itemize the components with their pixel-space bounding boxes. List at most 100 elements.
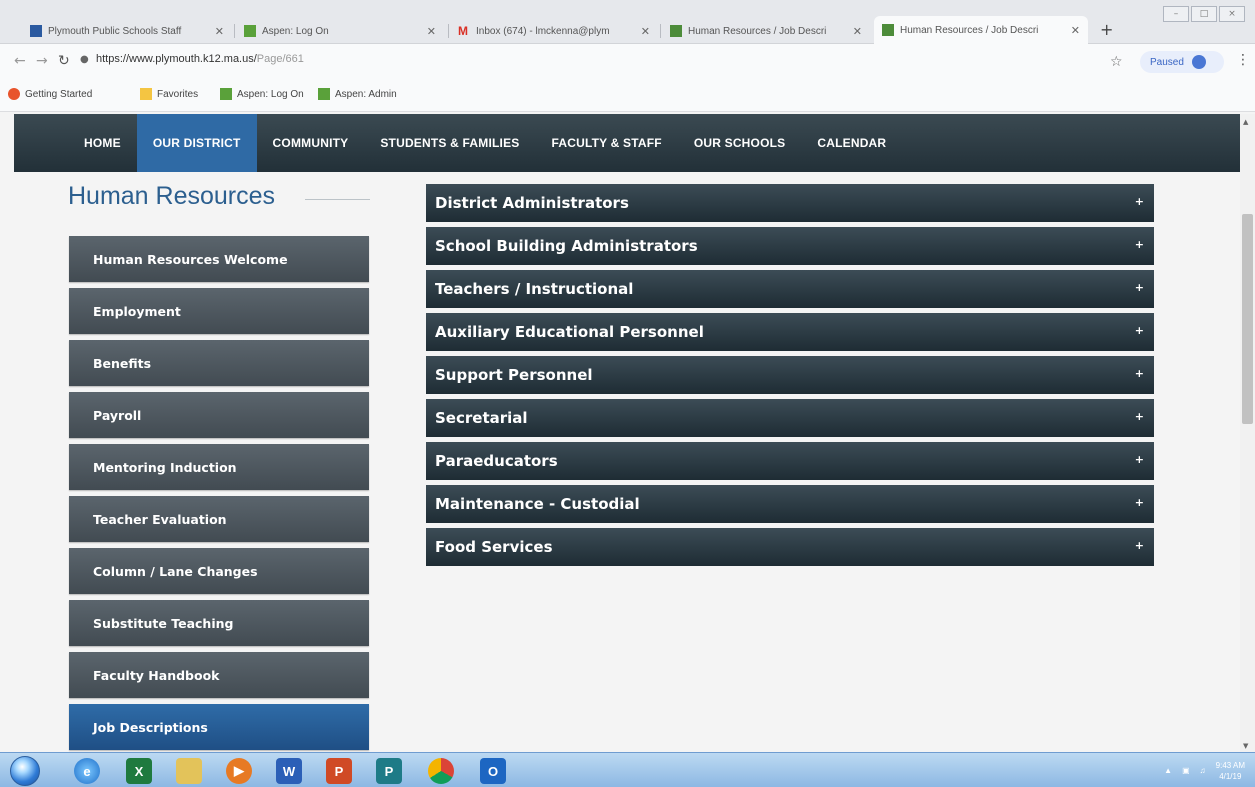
minimize-icon[interactable]: – — [1163, 6, 1189, 22]
expand-plus-icon[interactable]: + — [1135, 195, 1144, 208]
accordion-paraeducators[interactable]: Paraeducators + — [426, 442, 1154, 480]
excel-icon[interactable]: X — [126, 758, 152, 784]
expand-plus-icon[interactable]: + — [1135, 496, 1144, 509]
close-tab-icon[interactable]: ✕ — [1071, 24, 1080, 37]
browser-tab[interactable]: Aspen: Log On ✕ — [236, 18, 444, 44]
browser-tab[interactable]: M Inbox (674) - lmckenna@plym ✕ — [450, 18, 658, 44]
taskbar-clock[interactable]: 9:43 AM 4/1/19 — [1216, 760, 1245, 782]
tab-title: Plymouth Public Schools Staff — [48, 25, 182, 37]
word-icon[interactable]: W — [276, 758, 302, 784]
bookmark-label: Getting Started — [25, 88, 93, 100]
menu-kebab-icon[interactable]: ⋮ — [1236, 52, 1250, 68]
back-arrow-icon[interactable]: ← — [14, 53, 26, 69]
folder-icon — [140, 88, 152, 100]
sidebar-item-mentoring-induction[interactable]: Mentoring Induction — [69, 444, 369, 490]
expand-plus-icon[interactable]: + — [1135, 539, 1144, 552]
file-explorer-icon[interactable] — [176, 758, 202, 784]
accordion-school-building-administrators[interactable]: School Building Administrators + — [426, 227, 1154, 265]
powerpoint-icon[interactable]: P — [326, 758, 352, 784]
sidebar-item-column-lane-changes[interactable]: Column / Lane Changes — [69, 548, 369, 594]
accordion-maintenance-custodial[interactable]: Maintenance - Custodial + — [426, 485, 1154, 523]
accordion-label: Secretarial — [435, 409, 528, 427]
page-scrollbar[interactable] — [1240, 114, 1255, 754]
nav-our-schools[interactable]: OUR SCHOOLS — [678, 114, 802, 172]
nav-calendar[interactable]: CALENDAR — [801, 114, 902, 172]
tab-separator — [448, 24, 449, 38]
sidebar-item-faculty-handbook[interactable]: Faculty Handbook — [69, 652, 369, 698]
close-tab-icon[interactable]: ✕ — [853, 25, 862, 38]
windows-taskbar: e X ▶ W P P O ▲ ▣ ♫ 9:43 AM 4/1/19 — [0, 752, 1255, 787]
gmail-icon: M — [458, 24, 468, 38]
sidebar-item-job-descriptions[interactable]: Job Descriptions — [69, 704, 369, 750]
bookmark-getting-started[interactable]: Getting Started — [8, 88, 92, 100]
start-button-icon[interactable] — [10, 756, 40, 786]
scroll-down-arrow-icon[interactable]: ▼ — [1243, 742, 1248, 750]
maximize-icon[interactable]: □ — [1191, 6, 1217, 22]
bookmark-aspen-admin[interactable]: Aspen: Admin — [318, 88, 397, 100]
media-player-icon[interactable]: ▶ — [226, 758, 252, 784]
accordion-label: Auxiliary Educational Personnel — [435, 323, 704, 341]
expand-plus-icon[interactable]: + — [1135, 453, 1144, 466]
profile-paused-button[interactable]: Paused — [1140, 51, 1224, 73]
outlook-icon[interactable]: O — [480, 758, 506, 784]
accordion-teachers-instructional[interactable]: Teachers / Instructional + — [426, 270, 1154, 308]
sidebar-item-benefits[interactable]: Benefits — [69, 340, 369, 386]
bookmark-favorites[interactable]: Favorites — [140, 88, 198, 100]
publisher-icon[interactable]: P — [376, 758, 402, 784]
accordion-district-administrators[interactable]: District Administrators + — [426, 184, 1154, 222]
accordion-secretarial[interactable]: Secretarial + — [426, 399, 1154, 437]
accordion-label: District Administrators — [435, 194, 629, 212]
accordion-support-personnel[interactable]: Support Personnel + — [426, 356, 1154, 394]
nav-community[interactable]: COMMUNITY — [257, 114, 365, 172]
district-page-favicon-icon — [670, 25, 682, 37]
expand-plus-icon[interactable]: + — [1135, 410, 1144, 423]
volume-icon[interactable]: ♫ — [1200, 766, 1206, 775]
close-window-icon[interactable]: × — [1219, 6, 1245, 22]
tab-separator — [660, 24, 661, 38]
nav-students-families[interactable]: STUDENTS & FAMILIES — [364, 114, 535, 172]
sidebar-item-hr-welcome[interactable]: Human Resources Welcome — [69, 236, 369, 282]
aspen-icon — [318, 88, 330, 100]
forward-arrow-icon[interactable]: → — [36, 53, 48, 69]
chrome-icon[interactable] — [428, 758, 454, 784]
internet-explorer-icon[interactable]: e — [74, 758, 100, 784]
close-tab-icon[interactable]: ✕ — [215, 25, 224, 38]
nav-our-district[interactable]: OUR DISTRICT — [136, 114, 257, 172]
accordion-label: Maintenance - Custodial — [435, 495, 640, 513]
accordion-auxiliary-educational-personnel[interactable]: Auxiliary Educational Personnel + — [426, 313, 1154, 351]
bookmark-aspen-log-on[interactable]: Aspen: Log On — [220, 88, 304, 100]
firefox-icon — [8, 88, 20, 100]
close-tab-icon[interactable]: ✕ — [641, 25, 650, 38]
network-icon[interactable]: ▣ — [1182, 766, 1190, 775]
accordion-label: Paraeducators — [435, 452, 558, 470]
reload-icon[interactable]: ↻ — [58, 53, 70, 69]
expand-plus-icon[interactable]: + — [1135, 281, 1144, 294]
browser-tab-active[interactable]: Human Resources / Job Descri ✕ — [874, 16, 1088, 44]
browser-tab[interactable]: Human Resources / Job Descri ✕ — [662, 18, 870, 44]
bookmark-label: Aspen: Admin — [335, 88, 397, 100]
aspen-icon — [220, 88, 232, 100]
new-tab-button[interactable]: + — [1100, 20, 1113, 39]
address-bar: ← → ↻ ● https://www.plymouth.k12.ma.us/P… — [0, 44, 1255, 80]
sidebar-item-teacher-evaluation[interactable]: Teacher Evaluation — [69, 496, 369, 542]
scroll-up-arrow-icon[interactable]: ▲ — [1243, 118, 1248, 126]
sidebar-item-employment[interactable]: Employment — [69, 288, 369, 334]
district-page-favicon-icon — [882, 24, 894, 36]
accordion-label: School Building Administrators — [435, 237, 698, 255]
expand-plus-icon[interactable]: + — [1135, 324, 1144, 337]
scrollbar-thumb[interactable] — [1242, 214, 1253, 424]
bookmark-label: Favorites — [157, 88, 199, 100]
url-field[interactable]: https://www.plymouth.k12.ma.us/Page/661 — [96, 53, 304, 65]
nav-home[interactable]: HOME — [68, 114, 137, 172]
browser-tab[interactable]: Plymouth Public Schools Staff ✕ — [22, 18, 232, 44]
accordion-food-services[interactable]: Food Services + — [426, 528, 1154, 566]
sidebar-item-substitute-teaching[interactable]: Substitute Teaching — [69, 600, 369, 646]
close-tab-icon[interactable]: ✕ — [427, 25, 436, 38]
bookmark-star-icon[interactable]: ☆ — [1110, 54, 1123, 70]
expand-plus-icon[interactable]: + — [1135, 238, 1144, 251]
sidebar-item-payroll[interactable]: Payroll — [69, 392, 369, 438]
expand-plus-icon[interactable]: + — [1135, 367, 1144, 380]
tray-arrow-icon[interactable]: ▲ — [1164, 766, 1172, 775]
clock-date: 4/1/19 — [1219, 771, 1242, 781]
nav-faculty-staff[interactable]: FACULTY & STAFF — [535, 114, 677, 172]
